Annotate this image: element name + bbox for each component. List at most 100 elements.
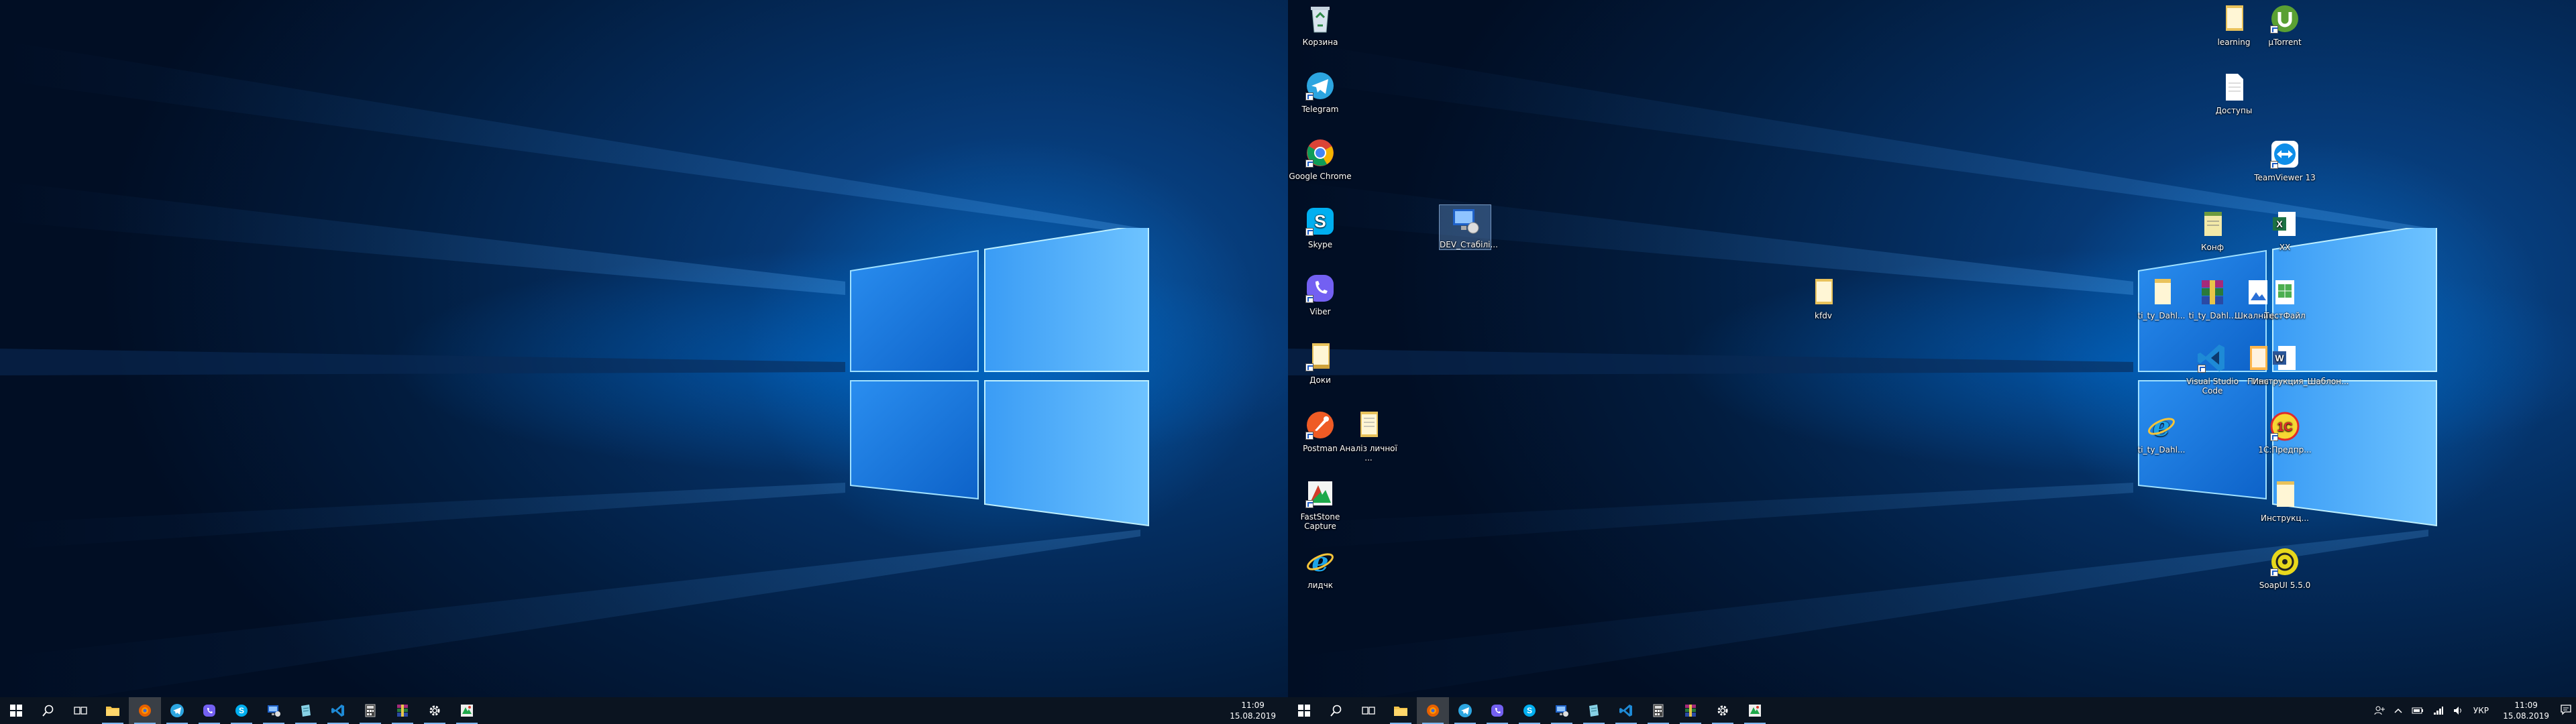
- action-center-icon[interactable]: [2560, 704, 2572, 716]
- desktop-icon-telegram[interactable]: Telegram: [1288, 70, 1352, 114]
- chevron-up-icon[interactable]: [2394, 707, 2402, 714]
- desktop-icon-label: Skype: [1307, 240, 1333, 249]
- folder-icon: [1394, 707, 1407, 716]
- shortcut-arrow-icon: [2198, 365, 2206, 373]
- desktop-icon-instruction-word[interactable]: W Инструкция_Шаблон...: [2253, 342, 2349, 386]
- desktop-icon-ie[interactable]: e лидчк: [1288, 546, 1352, 590]
- taskbar-right: S УКР 11:09 15.08.2019: [1288, 697, 2576, 724]
- taskbar-telegram[interactable]: [1449, 697, 1481, 724]
- shortcut-arrow-icon: [1305, 432, 1313, 440]
- taskbar-explorer[interactable]: [1385, 697, 1417, 724]
- task-view-icon: [1362, 707, 1375, 715]
- left-desktop[interactable]: S 11:09 15.08.2019: [0, 0, 1288, 724]
- clock-date: 15.08.2019: [2503, 711, 2549, 721]
- desktop-icon-label: learning: [2217, 38, 2251, 47]
- shortcut-arrow-icon: [1305, 228, 1313, 236]
- taskbar-winrar[interactable]: [386, 697, 419, 724]
- desktop-icon-label: SoapUI 5.5.0: [2259, 581, 2311, 590]
- taskbar-notes[interactable]: [290, 697, 322, 724]
- svg-text:S: S: [1527, 706, 1532, 715]
- search-button[interactable]: [1320, 697, 1352, 724]
- desktop-icon-docs[interactable]: Доки: [1288, 341, 1352, 385]
- notes-icon: [1589, 705, 1599, 717]
- windows-start-icon: [10, 705, 22, 717]
- text-file-icon: [2277, 481, 2294, 507]
- desktop-icon-utorrent[interactable]: µTorrent: [2253, 3, 2317, 47]
- taskbar-faststone[interactable]: [451, 697, 483, 724]
- desktop-icon-instruction[interactable]: Инструкц...: [2253, 479, 2317, 523]
- start-button[interactable]: [1288, 697, 1320, 724]
- recycle-bin-icon: [1311, 7, 1330, 33]
- taskbar-remote[interactable]: [1546, 697, 1578, 724]
- taskbar-settings[interactable]: [419, 697, 451, 724]
- taskbar-faststone[interactable]: [1739, 697, 1771, 724]
- desktop-icon-label: Доки: [1309, 375, 1331, 385]
- desktop-icon-viber[interactable]: Viber: [1288, 272, 1352, 316]
- document-icon: [2155, 279, 2171, 304]
- search-icon: [42, 705, 54, 717]
- battery-icon[interactable]: [2412, 707, 2424, 715]
- taskbar-browser[interactable]: [129, 697, 161, 724]
- task-view-button[interactable]: [64, 697, 97, 724]
- taskbar-vscode[interactable]: [1610, 697, 1642, 724]
- taskbar-calculator[interactable]: [354, 697, 386, 724]
- internet-explorer-icon: e: [2148, 411, 2175, 442]
- svg-text:S: S: [1314, 211, 1326, 231]
- taskbar-viber[interactable]: [1481, 697, 1513, 724]
- viber-icon: [1491, 705, 1503, 717]
- shortcut-arrow-icon: [1305, 295, 1313, 303]
- desktop-icon-1c[interactable]: 1С 1С:Предпр...: [2253, 410, 2317, 455]
- taskbar-settings[interactable]: [1707, 697, 1739, 724]
- search-button[interactable]: [32, 697, 64, 724]
- vscode-icon: [1619, 705, 1632, 717]
- faststone-icon: [461, 705, 473, 717]
- windows-logo-wallpaper: [850, 228, 1149, 527]
- taskbar-skype[interactable]: S: [225, 697, 258, 724]
- taskbar-left: S 11:09 15.08.2019: [0, 697, 1288, 724]
- task-view-button[interactable]: [1352, 697, 1385, 724]
- desktop-icon-label: Google Chrome: [1289, 172, 1352, 181]
- desktop-icon-ie-2[interactable]: e ti_ty_Dahl...: [2129, 410, 2194, 455]
- folder-icon: [2226, 5, 2243, 31]
- taskbar-explorer[interactable]: [97, 697, 129, 724]
- desktop-icon-testfile[interactable]: ТестФайл: [2253, 276, 2317, 320]
- skype-icon: S: [235, 705, 248, 717]
- faststone-icon: [1749, 705, 1761, 717]
- taskbar-viber[interactable]: [193, 697, 225, 724]
- network-icon[interactable]: [2433, 706, 2444, 715]
- desktop-icon-teamviewer[interactable]: TeamViewer 13: [2253, 138, 2317, 182]
- desktop-icon-chrome[interactable]: Google Chrome: [1288, 137, 1352, 181]
- desktop-icon-dev-remote[interactable]: DEV_Стабілі...: [1439, 204, 1498, 250]
- svg-text:X: X: [2276, 219, 2283, 229]
- taskbar-winrar[interactable]: [1674, 697, 1707, 724]
- taskbar-calculator[interactable]: [1642, 697, 1674, 724]
- language-indicator[interactable]: УКР: [2473, 706, 2489, 715]
- taskbar-skype[interactable]: S: [1513, 697, 1546, 724]
- desktop-icon-skype[interactable]: S Skype: [1288, 205, 1352, 249]
- notes-icon: [301, 705, 311, 717]
- taskbar-telegram[interactable]: [161, 697, 193, 724]
- desktop-icon-label: Инструкц...: [2261, 514, 2309, 523]
- desktop-icon-access[interactable]: Доступы: [2202, 71, 2266, 115]
- taskbar-browser[interactable]: [1417, 697, 1449, 724]
- clock[interactable]: 11:09 15.08.2019: [2503, 700, 2549, 721]
- desktop-icon-faststone[interactable]: FastStone Capture: [1288, 477, 1352, 531]
- winrar-icon: [1685, 705, 1696, 717]
- desktop-icon-recycle-bin[interactable]: Корзина: [1288, 3, 1352, 47]
- clock[interactable]: 11:09 15.08.2019: [1230, 700, 1276, 721]
- desktop-icon-conf[interactable]: Конф: [2180, 208, 2245, 252]
- right-desktop[interactable]: Корзина Telegram Google Chrome S Skype V…: [1288, 0, 2576, 724]
- taskbar-remote[interactable]: [258, 697, 290, 724]
- desktop-icon-soapui[interactable]: SoapUI 5.5.0: [2253, 546, 2317, 590]
- shortcut-arrow-icon: [2270, 568, 2278, 577]
- taskbar-notes[interactable]: [1578, 697, 1610, 724]
- desktop-icon-label: лидчк: [1307, 581, 1334, 590]
- taskbar-vscode[interactable]: [322, 697, 354, 724]
- people-icon[interactable]: [2374, 705, 2385, 716]
- desktop-icon-label: TeamViewer 13: [2254, 173, 2316, 182]
- volume-icon[interactable]: [2453, 706, 2464, 715]
- start-button[interactable]: [0, 697, 32, 724]
- desktop-icon-kfdv[interactable]: kfdv: [1791, 276, 1856, 320]
- desktop-icon-analysis[interactable]: Аналіз личної ...: [1336, 409, 1401, 463]
- desktop-icon-xx[interactable]: X XX: [2253, 208, 2317, 252]
